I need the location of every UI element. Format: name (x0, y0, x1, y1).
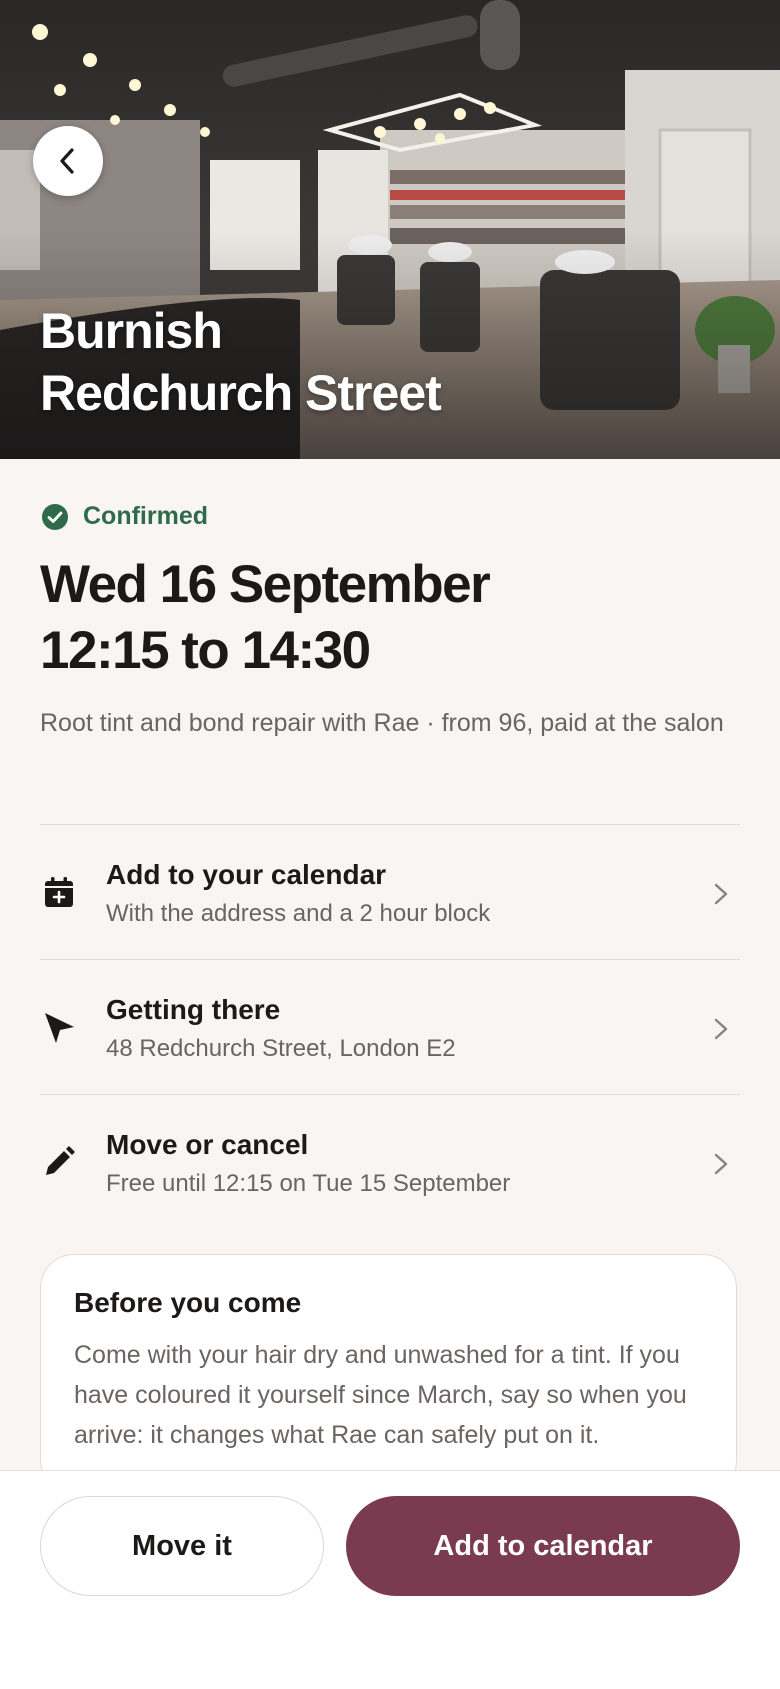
add-to-calendar-button[interactable]: Add to calendar (346, 1496, 740, 1596)
status-label: Confirmed (83, 502, 208, 530)
appointment-time: 12:15 to 14:30 (40, 621, 371, 680)
status-badge: Confirmed (41, 502, 208, 531)
move-it-button[interactable]: Move it (40, 1496, 324, 1596)
add-calendar-row[interactable]: Add to your calendar With the address an… (40, 824, 740, 959)
move-cancel-sub: Free until 12:15 on Tue 15 September (106, 1170, 511, 1197)
note-body: Come with your hair dry and unwashed for… (74, 1341, 687, 1449)
move-cancel-label: Move or cancel (106, 1129, 309, 1160)
chevron-right-icon (714, 1153, 728, 1175)
before-you-come-card: Before you come Come with your hair dry … (40, 1254, 737, 1494)
chevron-right-icon (714, 1018, 728, 1040)
add-calendar-label: Add to your calendar (106, 859, 387, 890)
pencil-icon (46, 1146, 75, 1175)
move-cancel-row[interactable]: Move or cancel Free until 12:15 on Tue 1… (40, 1094, 740, 1229)
chevron-left-icon (60, 148, 74, 174)
navigation-arrow-icon (45, 1013, 74, 1043)
footer-bar: Move it Add to calendar (0, 1470, 780, 1689)
getting-there-row[interactable]: Getting there 48 Redchurch Street, Londo… (40, 959, 740, 1094)
appointment-summary: Root tint and bond repair with Rae · fro… (40, 709, 724, 737)
hero-image: Burnish Redchurch Street (0, 0, 780, 459)
back-button[interactable] (33, 126, 103, 196)
chevron-right-icon (714, 883, 728, 905)
getting-there-label: Getting there (106, 994, 281, 1025)
check-circle-icon (42, 503, 68, 530)
appointment-date: Wed 16 September (40, 555, 491, 614)
salon-name-line1: Burnish (40, 303, 223, 359)
salon-name-line2: Redchurch Street (40, 365, 442, 421)
note-title: Before you come (74, 1287, 302, 1318)
add-calendar-sub: With the address and a 2 hour block (106, 900, 491, 927)
action-list: Add to your calendar With the address an… (40, 824, 740, 1229)
salon-name: Burnish Redchurch Street (40, 300, 442, 424)
getting-there-address: 48 Redchurch Street, London E2 (106, 1035, 456, 1062)
appointment-datetime: Wed 16 September 12:15 to 14:30 (40, 552, 491, 684)
calendar-add-icon (45, 877, 73, 907)
